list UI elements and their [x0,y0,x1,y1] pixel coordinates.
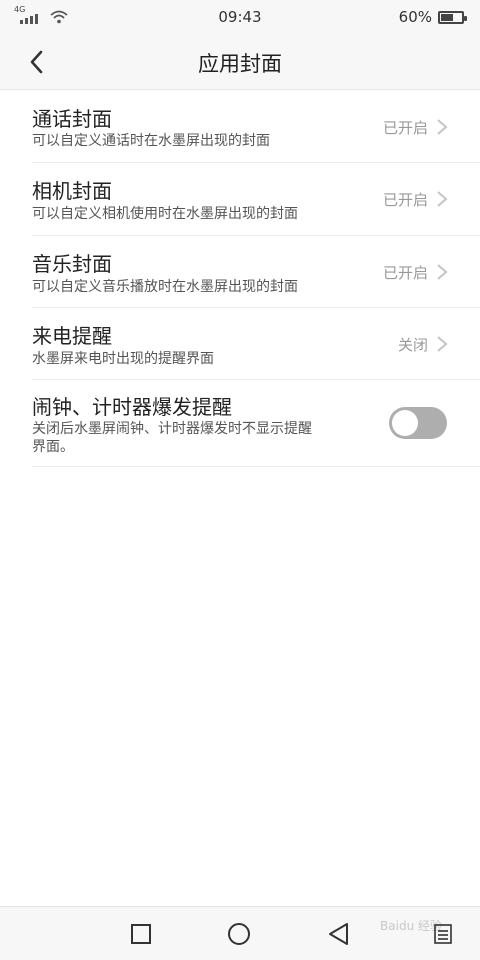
title-bar: 应用封面 [0,34,480,90]
setting-subtitle: 可以自定义音乐播放时在水墨屏出现的封面 [32,279,298,295]
chevron-right-icon [437,119,448,135]
home-icon[interactable] [226,921,252,947]
setting-title: 通话封面 [32,107,112,131]
alarm-alert-toggle[interactable] [389,407,447,439]
chevron-right-icon [437,191,448,207]
setting-music-cover[interactable]: 音乐封面 可以自定义音乐播放时在水墨屏出现的封面 已开启 [32,236,480,308]
setting-status: 关闭 [397,336,428,354]
setting-subtitle-line2: 界面。 [32,439,74,455]
recent-apps-icon[interactable] [128,921,154,947]
toggle-knob [392,410,418,436]
navigation-bar: Baidu 经验 [0,906,480,960]
chevron-right-icon [437,264,448,280]
setting-alarm-timer-alert: 闹钟、计时器爆发提醒 关闭后水墨屏闹钟、计时器爆发时不显示提醒 界面。 [32,380,480,467]
settings-list: 通话封面 可以自定义通话时在水墨屏出现的封面 已开启 相机封面 可以自定义相机使… [32,91,480,467]
status-bar: 4G 09:43 60% [0,0,480,34]
setting-incoming-call-alert[interactable]: 来电提醒 水墨屏来电时出现的提醒界面 关闭 [32,308,480,380]
setting-subtitle: 水墨屏来电时出现的提醒界面 [32,351,214,367]
setting-status: 已开启 [382,191,428,209]
battery-percent: 60% [398,8,432,26]
setting-title: 闹钟、计时器爆发提醒 [32,395,232,419]
setting-camera-cover[interactable]: 相机封面 可以自定义相机使用时在水墨屏出现的封面 已开启 [32,163,480,236]
setting-subtitle: 可以自定义相机使用时在水墨屏出现的封面 [32,206,298,222]
page-title: 应用封面 [198,52,282,76]
setting-subtitle-line1: 关闭后水墨屏闹钟、计时器爆发时不显示提醒 [32,421,312,437]
menu-icon[interactable] [432,923,454,945]
battery-status: 60% [398,8,467,26]
battery-fill [441,13,453,21]
setting-title: 相机封面 [32,179,112,203]
setting-status: 已开启 [382,264,428,282]
setting-subtitle: 可以自定义通话时在水墨屏出现的封面 [32,133,270,149]
battery-icon [438,10,467,24]
back-icon[interactable] [326,921,352,947]
chevron-right-icon [437,336,448,352]
setting-status: 已开启 [382,119,428,137]
setting-call-cover[interactable]: 通话封面 可以自定义通话时在水墨屏出现的封面 已开启 [32,91,480,163]
setting-title: 来电提醒 [32,324,112,348]
setting-title: 音乐封面 [32,252,112,276]
